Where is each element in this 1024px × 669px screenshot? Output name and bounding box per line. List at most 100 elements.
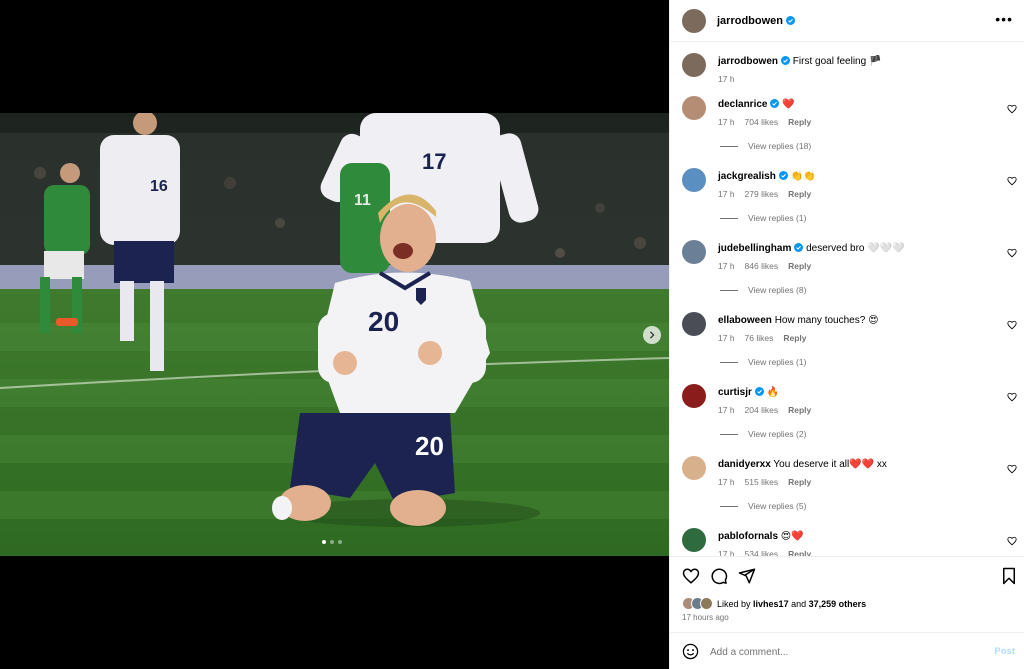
action-bar: Liked by livhes17 and 37,259 others 17 h…	[670, 556, 1024, 630]
likes-text: Liked by livhes17 and 37,259 others	[717, 599, 866, 609]
commenter-avatar[interactable]	[682, 312, 706, 336]
comment-like-heart-icon[interactable]	[1007, 248, 1017, 258]
comment-like-heart-icon[interactable]	[1007, 104, 1017, 114]
more-options-icon[interactable]: •••	[995, 12, 1013, 26]
comment-like-heart-icon[interactable]	[1007, 464, 1017, 474]
comment-likes[interactable]: 76 likes	[745, 333, 774, 343]
liker-avatar[interactable]	[700, 597, 713, 610]
comment-username[interactable]: curtisjr	[718, 387, 752, 398]
liked-by-others[interactable]: 37,259 others	[809, 599, 867, 609]
carousel-dot-2[interactable]	[330, 540, 334, 544]
comment-username[interactable]: ellaboween	[718, 315, 772, 326]
replies-divider	[720, 145, 738, 147]
comment-time: 17 h	[718, 549, 735, 556]
comment-time: 17 h	[718, 405, 735, 415]
reply-button[interactable]: Reply	[783, 333, 806, 343]
comment-likes[interactable]: 279 likes	[745, 189, 779, 199]
save-icon[interactable]	[1000, 567, 1018, 585]
verified-icon	[781, 56, 791, 65]
view-replies-button[interactable]: View replies (1)	[720, 213, 806, 223]
share-icon[interactable]	[738, 567, 756, 585]
comment-like-heart-icon[interactable]	[1007, 320, 1017, 330]
post-photo[interactable]: 16 17 11 20 20	[0, 113, 669, 556]
comment-text: 👏👏	[790, 171, 816, 182]
next-slide-button[interactable]	[643, 326, 661, 344]
verified-icon	[754, 387, 764, 396]
comment-meta: 17 h 704 likes Reply	[718, 117, 821, 127]
view-replies-button[interactable]: View replies (5)	[720, 501, 806, 511]
caption-line: jarrodbowen First goal feeling 🏴	[718, 56, 881, 67]
comment-likes[interactable]: 534 likes	[745, 549, 779, 556]
comment-likes[interactable]: 704 likes	[745, 117, 779, 127]
comment-line: jackgrealish 👏👏	[718, 171, 816, 182]
comment-line: judebellingham deserved bro 🤍🤍🤍	[718, 243, 905, 254]
view-replies-label: View replies (2)	[748, 429, 807, 439]
verified-icon	[794, 243, 804, 252]
comment-input[interactable]	[710, 643, 980, 661]
caption-username[interactable]: jarrodbowen	[718, 56, 778, 67]
reply-button[interactable]: Reply	[788, 117, 811, 127]
commenter-avatar[interactable]	[682, 240, 706, 264]
svg-text:20: 20	[368, 306, 399, 337]
comment-time: 17 h	[718, 189, 735, 199]
view-replies-button[interactable]: View replies (18)	[720, 141, 811, 151]
reply-button[interactable]: Reply	[788, 405, 811, 415]
emoji-icon[interactable]	[682, 643, 699, 660]
comment-time: 17 h	[718, 117, 735, 127]
comment-username[interactable]: judebellingham	[718, 243, 791, 254]
comment-text: 😍❤️	[780, 531, 804, 542]
commenter-avatar[interactable]	[682, 384, 706, 408]
view-replies-label: View replies (1)	[748, 213, 807, 223]
comment-username[interactable]: jackgrealish	[718, 171, 776, 182]
author-avatar[interactable]	[682, 8, 706, 33]
heart-icon[interactable]	[682, 567, 700, 585]
media-panel: 16 17 11 20 20	[0, 0, 669, 669]
post-time[interactable]: 17 hours ago	[682, 613, 729, 622]
comment-likes[interactable]: 204 likes	[745, 405, 779, 415]
svg-text:20: 20	[415, 431, 444, 461]
view-replies-button[interactable]: View replies (1)	[720, 357, 806, 367]
view-replies-label: View replies (1)	[748, 357, 807, 367]
commenter-avatar[interactable]	[682, 96, 706, 120]
comment-likes[interactable]: 846 likes	[745, 261, 779, 271]
comment-like-heart-icon[interactable]	[1007, 176, 1017, 186]
comment-meta: 17 h 76 likes Reply	[718, 333, 817, 343]
commenter-avatar[interactable]	[682, 168, 706, 192]
view-replies-button[interactable]: View replies (2)	[720, 429, 806, 439]
author-avatar[interactable]	[682, 53, 706, 77]
svg-text:16: 16	[150, 178, 168, 195]
caption-flag: 🏴	[868, 56, 882, 67]
post-header: jarrodbowen •••	[670, 0, 1024, 42]
comment-text: 🔥	[766, 387, 780, 398]
comment-likes[interactable]: 515 likes	[745, 477, 779, 487]
view-replies-button[interactable]: View replies (8)	[720, 285, 806, 295]
comment-like-heart-icon[interactable]	[1007, 536, 1017, 546]
author-username[interactable]: jarrodbowen	[717, 15, 796, 27]
post-button[interactable]: Post	[994, 646, 1015, 657]
reply-button[interactable]: Reply	[788, 477, 811, 487]
comment-icon[interactable]	[710, 567, 728, 585]
comment-text: ❤️	[782, 99, 795, 110]
carousel-dot-3[interactable]	[338, 540, 342, 544]
commenter-avatar[interactable]	[682, 528, 706, 552]
reply-button[interactable]: Reply	[788, 261, 811, 271]
comments-list[interactable]: jarrodbowen First goal feeling 🏴 17 h de…	[670, 43, 1024, 556]
verified-icon	[770, 99, 780, 108]
comment-username[interactable]: declanrice	[718, 99, 767, 110]
verified-icon	[778, 171, 788, 180]
view-replies-label: View replies (18)	[748, 141, 812, 151]
carousel-dot-1[interactable]	[322, 540, 326, 544]
reply-button[interactable]: Reply	[788, 549, 811, 556]
svg-text:17: 17	[422, 149, 446, 174]
verified-icon	[786, 15, 796, 25]
comment-like-heart-icon[interactable]	[1007, 392, 1017, 402]
commenter-avatar[interactable]	[682, 456, 706, 480]
liked-by-user[interactable]: livhes17	[753, 599, 789, 609]
comment-username[interactable]: danidyerxx	[718, 459, 771, 470]
reply-button[interactable]: Reply	[788, 189, 811, 199]
instagram-post-modal: 16 17 11 20 20 jarrodbowen ••• jarrodbow…	[0, 0, 1024, 669]
comment-time: 17 h	[718, 261, 735, 271]
comment-text: You deserve it all❤️❤️ xx	[773, 459, 887, 470]
comment-username[interactable]: pablofornals	[718, 531, 778, 542]
comment-time: 17 h	[718, 333, 735, 343]
